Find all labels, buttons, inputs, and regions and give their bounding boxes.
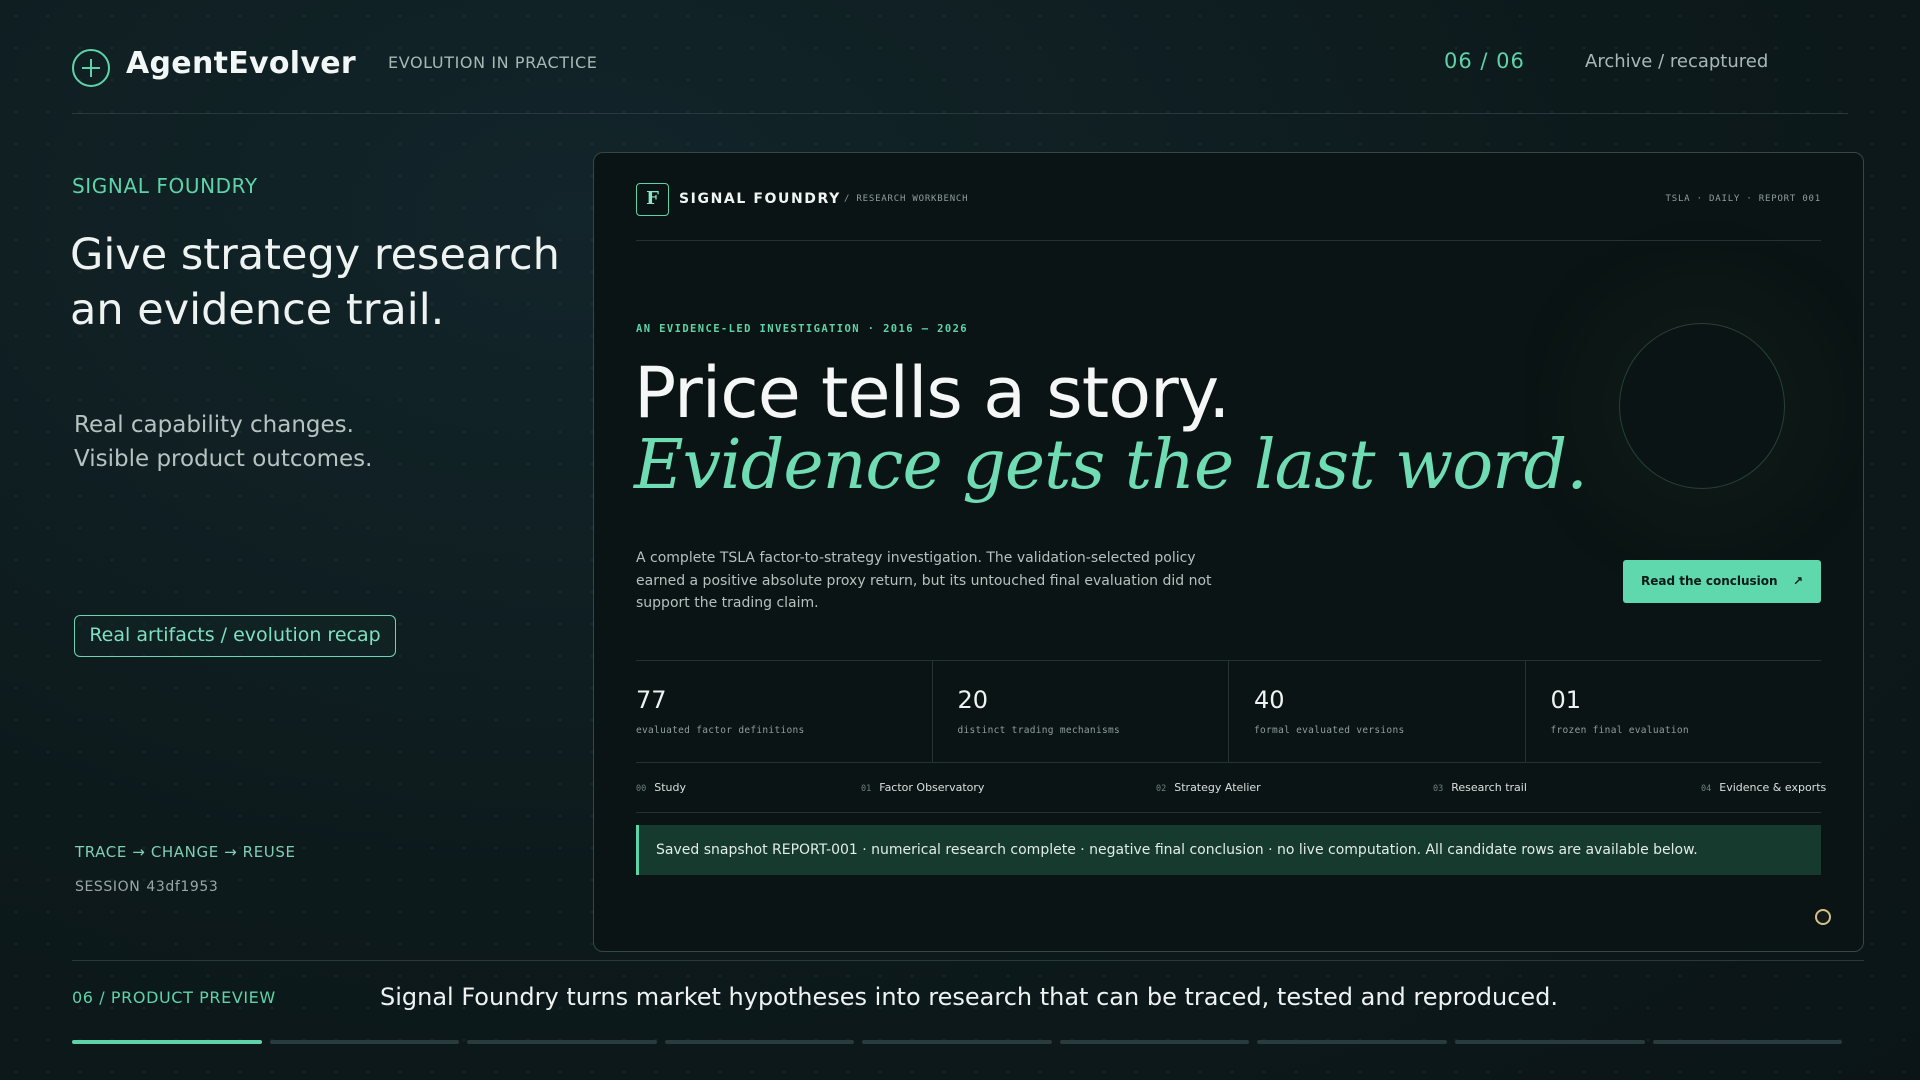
preview-title-italic: Evidence gets the last word. bbox=[634, 426, 1588, 505]
progress-segment bbox=[1454, 1040, 1645, 1044]
section-headline: Give strategy research an evidence trail… bbox=[70, 228, 570, 338]
footer-divider bbox=[72, 960, 1864, 961]
signal-foundry-logo-icon: F bbox=[636, 183, 669, 216]
stat-value: 77 bbox=[636, 686, 667, 714]
nav-item-evidence-exports[interactable]: 04 Evidence & exports bbox=[1701, 781, 1826, 794]
nav-item-factor-observatory[interactable]: 01 Factor Observatory bbox=[861, 781, 984, 794]
stat-label: distinct trading mechanisms bbox=[957, 725, 1121, 736]
nav-label: Factor Observatory bbox=[879, 781, 985, 794]
stat-value: 01 bbox=[1550, 686, 1582, 714]
progress-segment bbox=[269, 1040, 460, 1044]
footer-section-label: 06 / PRODUCT PREVIEW bbox=[72, 988, 276, 1007]
slide-counter: 06 / 06 bbox=[1444, 49, 1525, 73]
cta-label: Read the conclusion bbox=[1641, 574, 1778, 588]
preview-nav: 00 Study 01 Factor Observatory 02 Strategy … bbox=[636, 763, 1826, 813]
headline-line-2: an evidence trail. bbox=[70, 285, 445, 335]
preview-brand: SIGNAL FOUNDRY bbox=[679, 191, 841, 207]
decorative-orb bbox=[1619, 323, 1785, 489]
stat-label: formal evaluated versions bbox=[1254, 725, 1405, 736]
stat-label: frozen final evaluation bbox=[1550, 725, 1689, 736]
stat-label: evaluated factor definitions bbox=[636, 725, 805, 736]
session-info: SESSION 43df1953 bbox=[75, 879, 218, 895]
trace-change-reuse-label: TRACE → CHANGE → REUSE bbox=[75, 843, 296, 861]
nav-item-research-trail[interactable]: 03 Research trail bbox=[1433, 781, 1527, 794]
progress-segment bbox=[467, 1040, 657, 1044]
nav-label: Study bbox=[654, 781, 687, 794]
external-arrow-icon: ↗ bbox=[1792, 574, 1803, 588]
footer-caption: Signal Foundry turns market hypotheses i… bbox=[380, 983, 1559, 1011]
brand-name: AgentEvolver bbox=[126, 46, 356, 81]
slide-progress-bar bbox=[72, 1040, 1843, 1044]
nav-item-study[interactable]: 00 Study bbox=[636, 781, 686, 794]
preview-divider bbox=[636, 240, 1821, 241]
section-eyebrow: SIGNAL FOUNDRY bbox=[72, 174, 258, 198]
subtext-line-1: Real capability changes. bbox=[74, 412, 354, 438]
preview-brand-sub: / RESEARCH WORKBENCH bbox=[844, 194, 969, 204]
progress-segment bbox=[1059, 1040, 1250, 1044]
nav-number: 00 bbox=[636, 784, 647, 794]
nav-number: 02 bbox=[1156, 784, 1167, 794]
nav-label: Evidence & exports bbox=[1719, 781, 1827, 794]
progress-segment bbox=[1652, 1040, 1843, 1044]
plus-circle-logo-icon bbox=[72, 49, 110, 87]
nav-item-strategy-atelier[interactable]: 02 Strategy Atelier bbox=[1156, 781, 1261, 794]
headline-line-1: Give strategy research bbox=[70, 230, 560, 280]
brand-tagline: EVOLUTION IN PRACTICE bbox=[388, 53, 598, 72]
preview-title: Price tells a story. bbox=[634, 352, 1231, 434]
preview-eyebrow: AN EVIDENCE-LED INVESTIGATION · 2016 — 2… bbox=[636, 323, 969, 335]
progress-segment bbox=[1257, 1040, 1447, 1044]
nav-number: 01 bbox=[861, 784, 872, 794]
stat-value: 40 bbox=[1254, 686, 1285, 714]
session-label: SESSION bbox=[75, 879, 141, 895]
archive-link[interactable]: Archive / recaptured bbox=[1585, 51, 1768, 72]
status-indicator-icon bbox=[1815, 909, 1831, 925]
stat-item: 40 formal evaluated versions bbox=[1228, 661, 1525, 762]
section-subtext: Real capability changes. Visible product… bbox=[74, 408, 372, 476]
product-preview-window: F SIGNAL FOUNDRY / RESEARCH WORKBENCH TS… bbox=[593, 152, 1864, 952]
preview-description: A complete TSLA factor-to-strategy inves… bbox=[636, 550, 1212, 611]
nav-label: Research trail bbox=[1451, 781, 1527, 794]
snapshot-banner: Saved snapshot REPORT-001 · numerical re… bbox=[636, 825, 1821, 875]
progress-segment bbox=[72, 1040, 262, 1044]
nav-number: 03 bbox=[1433, 784, 1444, 794]
nav-label: Strategy Atelier bbox=[1174, 781, 1261, 794]
top-header: AgentEvolver EVOLUTION IN PRACTICE 06 / … bbox=[72, 40, 1848, 114]
read-conclusion-button[interactable]: Read the conclusion ↗ bbox=[1623, 560, 1821, 603]
stats-row: 77 evaluated factor definitions 20 disti… bbox=[636, 660, 1821, 763]
nav-number: 04 bbox=[1701, 784, 1712, 794]
progress-segment bbox=[664, 1040, 855, 1044]
stat-item: 01 frozen final evaluation bbox=[1524, 661, 1822, 762]
session-id: 43df1953 bbox=[146, 879, 219, 895]
subtext-line-2: Visible product outcomes. bbox=[74, 446, 373, 472]
stat-value: 20 bbox=[957, 686, 989, 714]
stat-item: 77 evaluated factor definitions bbox=[636, 661, 932, 762]
progress-segment bbox=[862, 1040, 1052, 1044]
recap-pill-button[interactable]: Real artifacts / evolution recap bbox=[74, 615, 396, 657]
stat-item: 20 distinct trading mechanisms bbox=[931, 661, 1229, 762]
report-tag: TSLA · DAILY · REPORT 001 bbox=[1665, 194, 1821, 204]
